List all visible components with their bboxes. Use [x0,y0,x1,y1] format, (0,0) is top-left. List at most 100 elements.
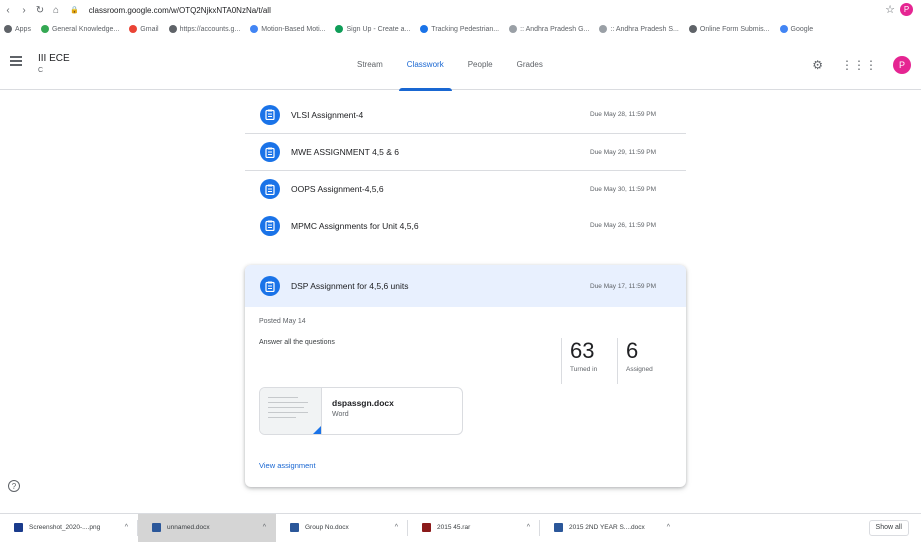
assignment-title: VLSI Assignment-4 [291,109,364,120]
download-filename: 2015 2ND YEAR S....docx [569,524,645,531]
lock-icon: 🔒 [70,7,79,14]
bookmark-item[interactable]: Tracking Pedestrian... [420,25,499,33]
bookmark-label: :: Andhra Pradesh S... [610,25,679,33]
bookmark-item[interactable]: Online Form Submis... [688,25,770,33]
class-name[interactable]: III ECE [38,53,70,64]
assignment-due: Due May 29, 11:59 PM [590,148,656,156]
word-file-icon [152,523,161,532]
assignment-title: MPMC Assignments for Unit 4,5,6 [291,220,419,231]
bookmark-favicon-icon [599,25,608,33]
bookmark-label: Gmail [140,25,159,33]
tab-people[interactable]: People [456,40,505,90]
show-all-button[interactable]: Show all [868,520,909,536]
list-item[interactable]: MPMC Assignments for Unit 4,5,6 Due May … [245,207,686,244]
assigned-stat[interactable]: 6 Assigned [617,338,673,384]
address-bar[interactable]: classroom.google.com/w/OTQ2NjkxNTA0NzNa/… [89,6,271,15]
download-item[interactable]: unnamed.docx ^ [138,513,276,542]
bookmark-favicon-icon [168,25,177,33]
download-filename: Screenshot_2020-....png [29,524,101,531]
bookmark-item[interactable]: :: Andhra Pradesh S... [599,25,679,33]
class-section: C [38,67,44,74]
assignment-title: DSP Assignment for 4,5,6 units [291,281,409,291]
help-icon[interactable]: ? [8,480,20,492]
bookmark-favicon-icon [250,25,259,33]
bookmark-item[interactable]: https://accounts.g... [168,25,241,33]
bookmark-label: https://accounts.g... [179,25,241,33]
menu-icon[interactable] [10,56,22,66]
avatar[interactable]: P [893,56,911,74]
forward-icon[interactable]: › [16,5,32,16]
home-icon[interactable]: ⌂ [48,5,64,16]
bookmark-item[interactable]: General Knowledge... [40,25,120,33]
download-filename: unnamed.docx [167,524,210,531]
chevron-up-icon[interactable]: ^ [125,524,128,531]
download-item[interactable]: 2015 45.rar ^ [408,514,540,542]
bookmark-item[interactable]: Sign Up - Create a... [335,25,410,33]
chevron-up-icon[interactable]: ^ [395,524,398,531]
turned-in-count: 63 [570,338,595,363]
assignment-due: Due May 26, 11:59 PM [590,222,656,229]
assignment-list: VLSI Assignment-4 Due May 28, 11:59 PM M… [245,96,686,244]
chevron-up-icon[interactable]: ^ [263,524,266,531]
bookmark-item[interactable]: Gmail [129,25,159,33]
bookmark-item[interactable]: :: Andhra Pradesh G... [509,25,589,33]
tab-grades[interactable]: Grades [505,40,555,90]
archive-file-icon [422,523,431,532]
list-item[interactable]: MWE ASSIGNMENT 4,5 & 6 Due May 29, 11:59… [245,133,686,170]
assignment-instructions: Answer all the questions [259,339,335,346]
tab-stream[interactable]: Stream [345,40,395,90]
assignment-due: Due May 30, 11:59 PM [590,185,656,193]
document-thumbnail [260,388,322,434]
bookmark-label: Google [790,25,814,33]
chevron-up-icon[interactable]: ^ [527,524,530,531]
tab-bar: Stream Classwork People Grades [345,40,555,91]
classroom-header: III ECE C Stream Classwork People Grades… [0,40,921,91]
downloads-bar: Screenshot_2020-....png ^ unnamed.docx ^… [0,513,921,542]
tab-classwork[interactable]: Classwork [395,40,456,91]
assignment-icon [260,179,280,199]
bookmark-favicon-icon [779,25,788,33]
browser-toolbar: ‹ › ↻ ⌂ 🔒 classroom.google.com/w/OTQ2Njk… [0,0,921,20]
download-item[interactable]: Screenshot_2020-....png ^ [0,514,138,542]
bookmark-favicon-icon [509,25,518,33]
assignment-icon [260,142,280,162]
posted-date: Posted May 14 [259,318,306,325]
bookmark-favicon-icon [335,25,344,33]
expanded-assignment-header[interactable]: DSP Assignment for 4,5,6 units Due May 1… [245,265,686,307]
bookmark-favicon-icon [40,25,49,33]
bookmark-favicon-icon [420,25,429,33]
back-icon[interactable]: ‹ [0,5,16,16]
download-item[interactable]: Group No.docx ^ [276,514,408,542]
attachment-type: Word [332,411,349,418]
download-item[interactable]: 2015 2ND YEAR S....docx ^ [540,514,680,542]
bookmark-star-icon[interactable]: ☆ [885,3,895,16]
bookmark-label: Motion-Based Moti... [261,25,326,33]
bookmark-item[interactable]: Motion-Based Moti... [250,25,325,33]
list-item[interactable]: VLSI Assignment-4 Due May 28, 11:59 PM [245,96,686,133]
word-file-icon [290,523,299,532]
assignment-icon [260,104,280,125]
bookmark-label: General Knowledge... [51,25,120,33]
attachment-card[interactable]: dspassgn.docx Word [259,387,463,435]
turned-in-stat[interactable]: 63 Turned in [561,338,617,384]
bookmark-favicon-icon [129,25,138,33]
submission-stats: 63 Turned in 6 Assigned [561,338,673,384]
download-filename: Group No.docx [305,524,349,531]
bookmark-label: Sign Up - Create a... [346,25,411,33]
attachment-name: dspassgn.docx [332,398,394,408]
assignment-icon [260,215,280,236]
assignment-icon [260,276,280,296]
assignment-due: Due May 17, 11:59 PM [590,282,656,290]
chevron-up-icon[interactable]: ^ [667,524,670,531]
view-assignment-link[interactable]: View assignment [259,461,316,470]
bookmark-label: Online Form Submis... [699,25,770,33]
bookmark-favicon-icon [4,25,12,33]
apps-grid-icon[interactable]: ⋮⋮⋮ [841,58,877,72]
list-item[interactable]: OOPS Assignment-4,5,6 Due May 30, 11:59 … [245,170,686,207]
bookmark-item[interactable]: Apps [4,25,31,33]
gear-icon[interactable]: ⚙ [812,58,823,72]
bookmark-item[interactable]: Google [779,25,814,33]
expanded-assignment-card: DSP Assignment for 4,5,6 units Due May 1… [245,265,686,487]
reload-icon[interactable]: ↻ [32,5,48,16]
browser-profile-icon[interactable]: P [900,3,913,16]
